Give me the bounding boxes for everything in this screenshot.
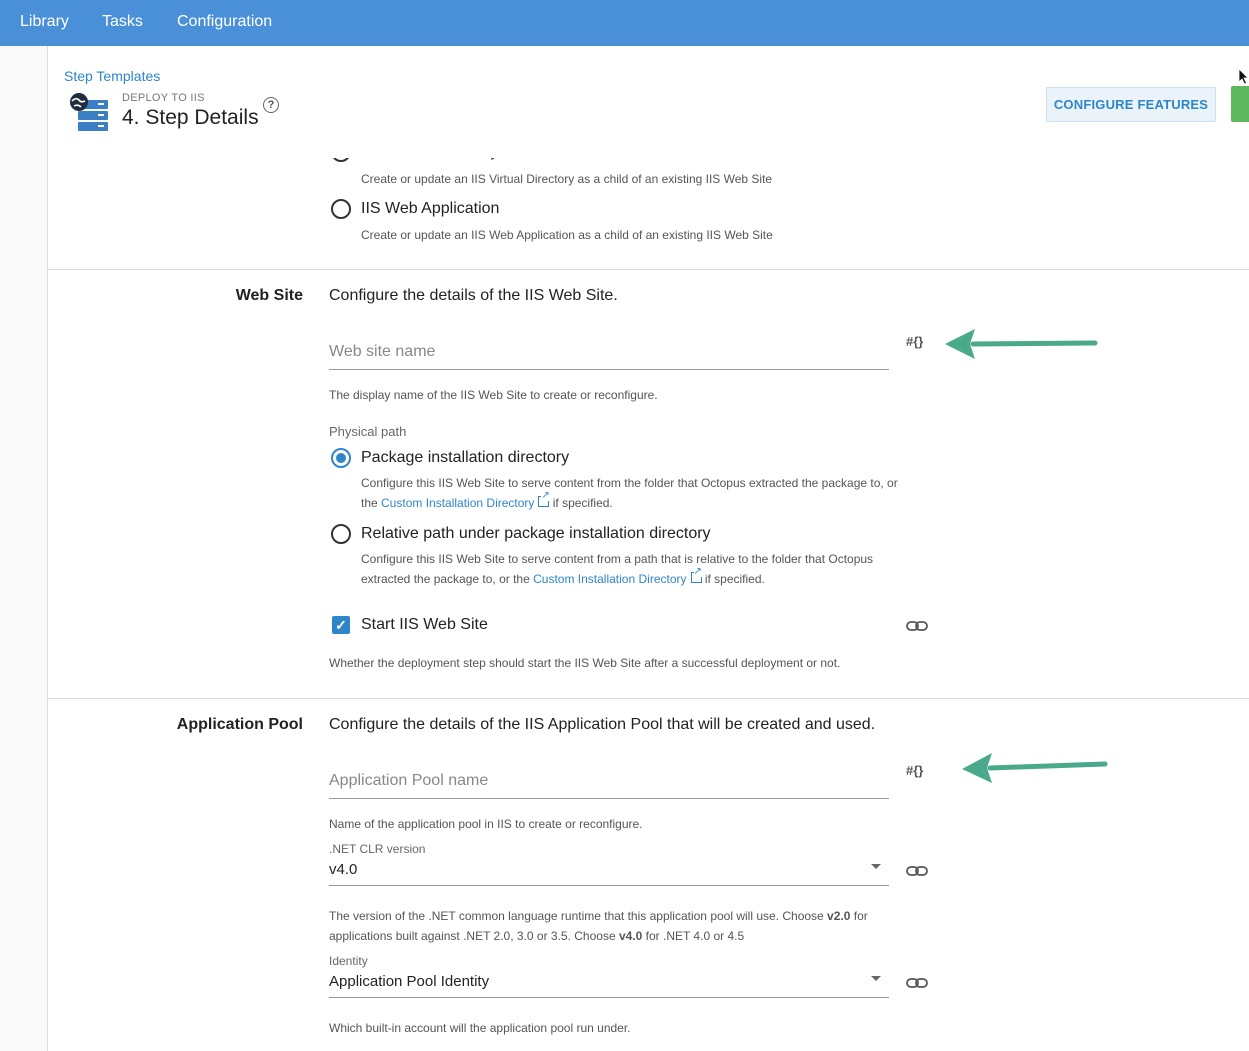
- physical-path-label: Physical path: [329, 424, 407, 439]
- web-site-name-input[interactable]: Web site name: [329, 339, 889, 370]
- nav-tasks[interactable]: Tasks: [102, 13, 143, 31]
- section-divider: [48, 698, 1249, 699]
- link-binding-icon[interactable]: [906, 620, 928, 632]
- chevron-down-icon: [871, 976, 881, 981]
- custom-installation-directory-link-2[interactable]: Custom Installation Directory: [533, 572, 686, 586]
- save-button[interactable]: [1231, 86, 1249, 122]
- clr-version-label: .NET CLR version: [329, 842, 426, 856]
- step-details-form: IIS Virtual Directory Create or update a…: [48, 144, 1249, 1051]
- nav-configuration[interactable]: Configuration: [177, 13, 272, 31]
- breadcrumb-step-templates[interactable]: Step Templates: [64, 68, 160, 84]
- clr-version-select[interactable]: v4.0: [329, 857, 889, 886]
- page-header: Step Templates DEPLOY TO IIS 4. Step Det…: [48, 46, 1249, 144]
- package-installation-directory-desc-line1: Configure this IIS Web Site to serve con…: [361, 476, 898, 490]
- left-sidebar: [0, 46, 48, 1051]
- app-pool-name-placeholder: Application Pool name: [329, 772, 489, 789]
- section-divider: [48, 269, 1249, 270]
- web-site-name-help: The display name of the IIS Web Site to …: [329, 388, 658, 402]
- step-type-eyebrow: DEPLOY TO IIS: [122, 92, 205, 104]
- identity-help: Which built-in account will the applicat…: [329, 1021, 631, 1035]
- variable-insert-icon[interactable]: #{}: [906, 334, 923, 349]
- package-installation-directory-desc-line2: the Custom Installation Directory if spe…: [361, 491, 613, 513]
- nav-library[interactable]: Library: [20, 13, 69, 31]
- clr-version-help-line2: applications built against .NET 2.0, 3.0…: [329, 929, 745, 943]
- start-web-site-checkbox[interactable]: ✓: [332, 616, 350, 634]
- iis-virtual-directory-desc: Create or update an IIS Virtual Director…: [361, 172, 773, 186]
- chevron-down-icon: [871, 864, 881, 869]
- configure-features-button[interactable]: CONFIGURE FEATURES: [1046, 87, 1216, 122]
- web-site-section-desc: Configure the details of the IIS Web Sit…: [329, 287, 618, 304]
- clr-version-value: v4.0: [329, 861, 358, 878]
- annotation-arrow-icon: [962, 753, 1108, 783]
- relative-path-desc-line1: Configure this IIS Web Site to serve con…: [361, 552, 874, 566]
- link-binding-icon[interactable]: [906, 977, 928, 989]
- iis-server-icon: [70, 93, 108, 131]
- relative-path-desc-line2: extracted the package to, or the Custom …: [361, 567, 765, 589]
- app-pool-name-help: Name of the application pool in IIS to c…: [329, 817, 643, 831]
- page-title: 4. Step Details: [122, 106, 259, 129]
- start-web-site-label: Start IIS Web Site: [361, 616, 488, 633]
- app-pool-section-desc: Configure the details of the IIS Applica…: [329, 716, 876, 733]
- mouse-cursor-icon: [1238, 68, 1249, 85]
- app-pool-section-label: Application Pool: [176, 716, 303, 733]
- custom-installation-directory-link[interactable]: Custom Installation Directory: [381, 496, 534, 510]
- help-icon[interactable]: ?: [263, 97, 279, 113]
- scroll-mask: [298, 144, 898, 158]
- external-link-icon: [538, 491, 550, 507]
- clr-version-help-line1: The version of the .NET common language …: [329, 909, 868, 923]
- identity-value: Application Pool Identity: [329, 973, 490, 990]
- radio-iis-web-application[interactable]: [331, 199, 351, 219]
- radio-iis-web-application-label: IIS Web Application: [361, 200, 500, 217]
- iis-web-application-desc: Create or update an IIS Web Application …: [361, 228, 773, 242]
- annotation-arrow-icon: [945, 329, 1098, 359]
- identity-label: Identity: [329, 954, 368, 968]
- radio-relative-path[interactable]: [331, 524, 351, 544]
- radio-package-installation-directory-label: Package installation directory: [361, 449, 570, 466]
- external-link-icon: [690, 567, 702, 583]
- identity-select[interactable]: Application Pool Identity: [329, 969, 889, 998]
- web-site-section-label: Web Site: [235, 287, 303, 304]
- web-site-name-placeholder: Web site name: [329, 343, 436, 360]
- start-web-site-help: Whether the deployment step should start…: [329, 656, 841, 670]
- link-binding-icon[interactable]: [906, 865, 928, 877]
- top-nav: Library Tasks Configuration: [0, 0, 1249, 46]
- app-pool-name-input[interactable]: Application Pool name: [329, 768, 889, 799]
- radio-package-installation-directory[interactable]: [331, 448, 351, 468]
- variable-insert-icon[interactable]: #{}: [906, 763, 923, 778]
- radio-relative-path-label: Relative path under package installation…: [361, 525, 711, 542]
